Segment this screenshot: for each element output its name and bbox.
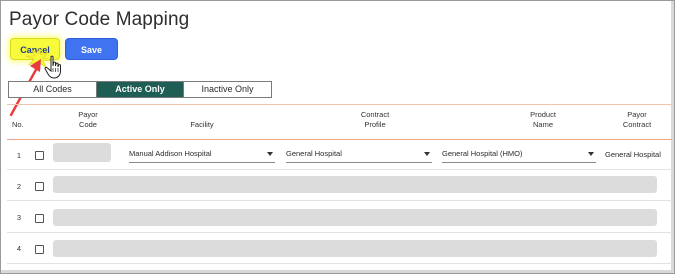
filter-all-codes[interactable]: All Codes (9, 82, 97, 97)
header-payor-contract: Payor Contract (622, 110, 652, 129)
row-checkbox[interactable] (35, 214, 44, 223)
header-no: No. (12, 120, 24, 129)
loading-placeholder (53, 176, 657, 193)
hand-pointer-icon (44, 55, 61, 79)
row-checkbox[interactable] (35, 182, 44, 191)
row-checkbox[interactable] (35, 245, 44, 254)
row-number: 3 (16, 213, 22, 222)
payor-code-input[interactable] (53, 143, 111, 162)
row-number: 4 (16, 244, 22, 253)
table-top-rule (7, 104, 672, 105)
chevron-down-icon (424, 152, 430, 156)
header-payor-code: Payor Code (78, 110, 98, 129)
row-divider (7, 169, 672, 170)
row-divider (7, 232, 672, 233)
table-header-rule (7, 139, 672, 140)
product-name-select[interactable]: General Hospital (HMO) (442, 146, 596, 163)
row-number: 2 (16, 182, 22, 191)
header-product-name: Product Name (530, 110, 556, 129)
header-contract-profile: Contract Profile (360, 110, 390, 129)
filter-active-only[interactable]: Active Only (97, 82, 184, 97)
row-number: 1 (16, 151, 22, 160)
save-button[interactable]: Save (65, 38, 118, 60)
loading-placeholder (53, 240, 657, 257)
payor-contract-value: General Hospital (605, 150, 661, 159)
row-divider (7, 263, 672, 264)
page-title: Payor Code Mapping (9, 9, 190, 30)
chevron-down-icon (588, 152, 594, 156)
row-divider (7, 200, 672, 201)
row-checkbox[interactable] (35, 151, 44, 160)
contract-profile-select[interactable]: General Hospital (286, 146, 432, 163)
chevron-down-icon (267, 152, 273, 156)
facility-select[interactable]: Manual Addison Hospital (129, 146, 275, 163)
header-facility: Facility (190, 120, 214, 129)
filter-inactive-only[interactable]: Inactive Only (184, 82, 271, 97)
status-filter: All Codes Active Only Inactive Only (8, 81, 272, 98)
loading-placeholder (53, 209, 657, 226)
